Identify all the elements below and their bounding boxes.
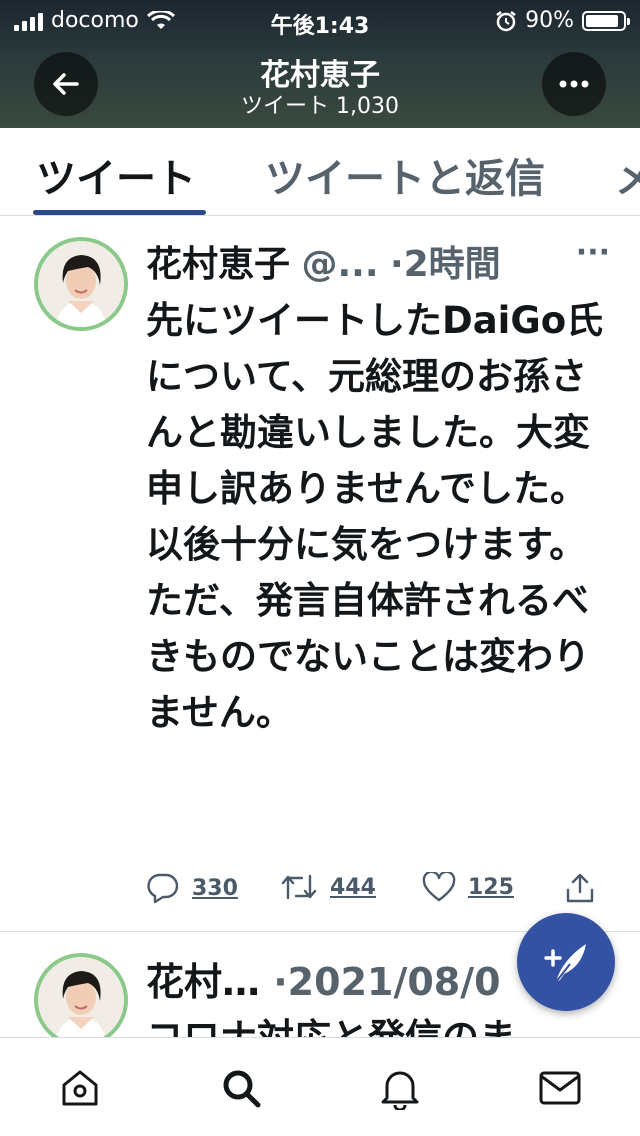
bell-icon [381,1071,419,1110]
share-button[interactable] [564,872,596,904]
tweet-time[interactable]: ·2021/08/0 [273,960,500,1004]
tweet[interactable]: 花村恵子 @... ·2時間 ··· 先にツイートしたDaiGo氏について、元総… [0,217,640,932]
tweet-more-button[interactable]: ··· [576,235,610,270]
home-icon [62,1070,98,1106]
nav-notifications[interactable] [376,1064,424,1112]
like-button[interactable]: 125 [422,872,514,902]
tweet-header: 花村… ·2021/08/0 [146,951,501,1006]
author-name[interactable]: 花村… [146,960,260,1004]
more-button[interactable] [542,52,606,116]
nav-messages[interactable] [536,1064,584,1112]
heart-icon [422,872,456,902]
avatar[interactable] [34,953,128,1043]
compose-feather-icon [544,944,586,983]
author-name[interactable]: 花村恵子 [146,244,290,285]
retweet-icon [281,874,317,900]
tweet-text: 先にツイートしたDaiGo氏について、元総理のお孫さんと勘違いしました。大変申し… [146,299,604,734]
profile-tabs: ツイート ツイートと返信 メ [0,128,640,216]
alarm-icon [496,10,516,31]
reply-button[interactable]: 330 [146,872,238,904]
nav-search[interactable] [217,1064,265,1112]
avatar-photo [38,241,124,327]
avatar[interactable] [34,237,128,331]
tab-tweets[interactable]: ツイート [36,146,196,204]
status-right: 90% [495,8,630,33]
tab-media[interactable]: メ [615,146,640,204]
battery-percent: 90% [525,8,574,33]
share-icon [566,873,594,903]
mail-icon [539,1071,581,1105]
reply-icon [147,873,179,904]
status-bar: docomo 午後1:43 90% [0,0,640,40]
tab-indicator [33,210,206,215]
search-icon [223,1070,261,1108]
battery-level [586,14,619,27]
retweet-count: 444 [330,874,376,900]
tweet-time[interactable]: ·2時間 [390,244,501,285]
tab-tweets-and-replies[interactable]: ツイートと返信 [265,146,545,204]
nav-home[interactable] [56,1064,104,1112]
reply-count: 330 [192,875,238,901]
retweet-button[interactable]: 444 [280,872,376,902]
avatar-photo [38,957,124,1043]
battery-icon [582,10,630,31]
tweet-actions: 330 444 125 [146,872,606,912]
ellipsis-icon [559,80,589,88]
author-handle[interactable]: @... [301,244,378,285]
profile-header: docomo 午後1:43 90% 花村恵子 ツイート 1,030 [0,0,640,128]
like-count: 125 [468,874,514,900]
bottom-navigation [0,1037,640,1136]
compose-tweet-button[interactable] [517,913,615,1011]
tweet-header: 花村恵子 @... ·2時間 ··· [146,235,610,285]
